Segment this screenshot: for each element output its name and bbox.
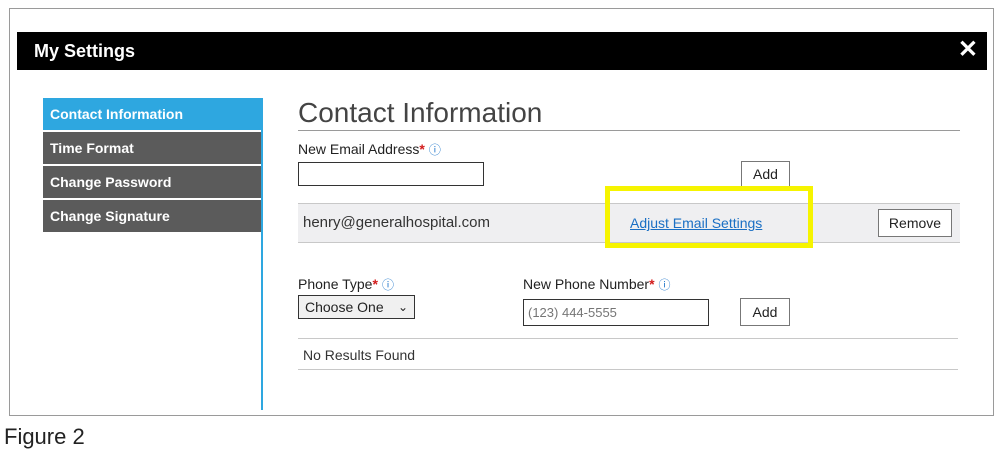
remove-email-button[interactable]: Remove (878, 209, 952, 237)
phone-results-row: No Results Found (298, 338, 958, 370)
adjust-email-settings-link[interactable]: Adjust Email Settings (630, 215, 762, 231)
email-address: henry@generalhospital.com (303, 214, 490, 231)
required-asterisk: * (372, 276, 378, 292)
page-title: Contact Information (298, 96, 960, 131)
info-icon[interactable]: ⓘ (382, 278, 394, 292)
info-icon[interactable]: ⓘ (429, 143, 441, 157)
sidebar-item-contact-information[interactable]: Contact Information (43, 98, 261, 130)
add-email-button[interactable]: Add (741, 161, 790, 188)
chevron-down-icon: ⌄ (397, 300, 408, 314)
required-asterisk: * (419, 141, 425, 157)
phone-type-select[interactable]: Choose One ⌄ (298, 295, 415, 319)
phone-number-label: New Phone Number* ⓘ (523, 276, 671, 293)
phone-type-label: Phone Type* ⓘ (298, 276, 394, 293)
main-content: Contact Information (298, 96, 960, 131)
dialog-titlebar: My Settings ✕ (17, 32, 987, 70)
email-label-text: New Email Address (298, 141, 420, 157)
phone-type-selected: Choose One (305, 299, 384, 315)
no-results-text: No Results Found (303, 347, 416, 363)
sidebar-item-change-signature[interactable]: Change Signature (43, 200, 261, 232)
sidebar-item-change-password[interactable]: Change Password (43, 166, 261, 198)
phone-type-label-text: Phone Type (298, 276, 373, 292)
email-field-label: New Email Address* ⓘ (298, 141, 441, 158)
figure-caption: Figure 2 (4, 424, 85, 449)
info-icon[interactable]: ⓘ (659, 278, 671, 292)
sidebar-item-time-format[interactable]: Time Format (43, 132, 261, 164)
email-field[interactable] (298, 162, 484, 186)
required-asterisk: * (649, 276, 655, 292)
settings-sidebar: Contact Information Time Format Change P… (43, 98, 261, 234)
close-icon[interactable]: ✕ (958, 37, 978, 63)
sidebar-divider (261, 98, 263, 410)
email-list-row: henry@generalhospital.com Adjust Email S… (298, 203, 960, 243)
add-phone-button[interactable]: Add (740, 298, 790, 326)
phone-number-field[interactable] (523, 299, 709, 326)
phone-number-label-text: New Phone Number (523, 276, 650, 292)
dialog-title: My Settings (34, 41, 136, 61)
